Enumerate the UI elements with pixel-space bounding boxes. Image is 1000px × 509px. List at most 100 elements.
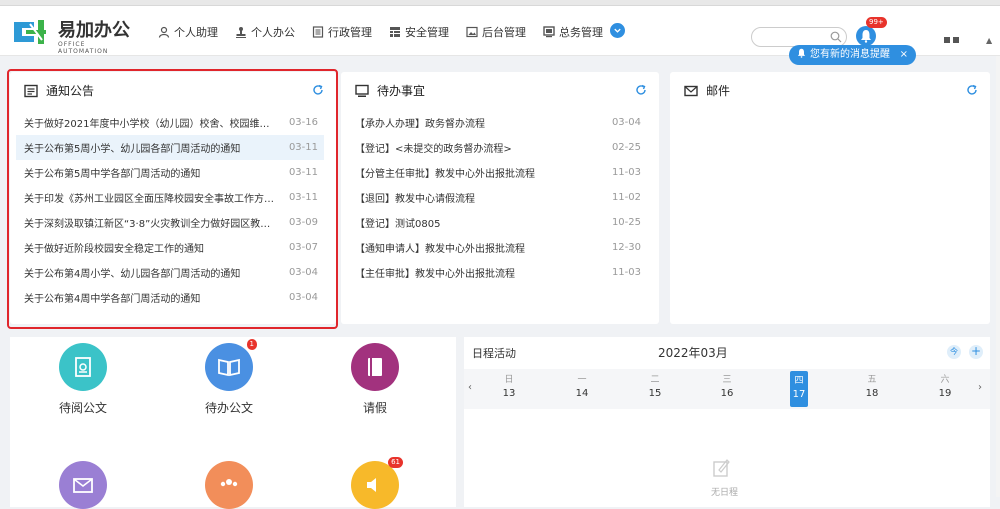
speaker-icon — [367, 478, 376, 492]
chevron-down-icon — [614, 28, 621, 33]
new-message-notice[interactable]: 您有新的消息提醒 × — [789, 45, 916, 65]
list-item[interactable]: 关于公布第4周小学、幼儿园各部门周活动的通知 03-04 — [16, 260, 324, 285]
envelope-icon — [684, 85, 698, 96]
notebook-icon — [368, 358, 382, 376]
close-icon[interactable]: × — [900, 45, 908, 65]
main-nav: 个人助理 个人办公 行政管理 安全管理 后台管理 总务管理 — [158, 23, 625, 40]
scroll-up-arrow[interactable]: ▲ — [986, 36, 992, 45]
week-strip: ‹ 日 13 一 14 二 15 三 16 四 17 五 18 六 19 › — [464, 369, 990, 409]
calendar-day[interactable]: 三 16 — [718, 372, 736, 399]
app-mail[interactable] — [28, 461, 138, 509]
app-icon-circle: 1 — [205, 339, 257, 391]
refresh-icon[interactable] — [312, 84, 324, 96]
list-item[interactable]: 【承办人办理】政务督办流程 03-04 — [347, 110, 647, 135]
document-icon — [75, 357, 91, 377]
image-icon — [466, 26, 478, 38]
schedule-panel: 日程活动 2022年03月 今 + ‹ 日 13 一 14 二 15 三 16 四 17 … — [464, 337, 990, 507]
app-icon-circle — [59, 461, 107, 509]
list-item[interactable]: 【登记】<未提交的政务督办流程> 02-25 — [347, 135, 647, 160]
list-item[interactable]: 关于公布第5周小学、幼儿园各部门周活动的通知 03-11 — [16, 135, 324, 160]
nav-item-backend[interactable]: 后台管理 — [466, 24, 526, 40]
list-item[interactable]: 关于公布第4周中学各部门周活动的通知 03-04 — [16, 285, 324, 310]
nav-label: 个人助理 — [174, 26, 218, 39]
nav-label: 安全管理 — [405, 26, 449, 39]
bell-icon — [861, 30, 871, 43]
app-pending-read-docs[interactable]: 待阅公文 — [28, 343, 138, 416]
list-item[interactable]: 关于做好近阶段校园安全稳定工作的通知 03-07 — [16, 235, 324, 260]
refresh-icon[interactable] — [966, 84, 978, 96]
user-menu[interactable] — [944, 37, 962, 43]
newspaper-icon — [24, 84, 38, 97]
list-item[interactable]: 关于公布第5周中学各部门周活动的通知 03-11 — [16, 160, 324, 185]
app-icon-circle — [205, 461, 253, 509]
app-contacts[interactable] — [174, 461, 284, 509]
nav-item-administration[interactable]: 行政管理 — [312, 24, 372, 40]
app-icon-circle — [351, 343, 399, 391]
calendar-month: 2022年03月 — [658, 346, 728, 360]
announcements-card: 通知公告 关于做好2021年度中小学校（幼儿园）校舍、校园维修... 03-16 … — [10, 72, 336, 324]
stamp-icon — [236, 27, 246, 38]
search-icon[interactable] — [830, 31, 842, 43]
refresh-icon[interactable] — [635, 84, 647, 96]
list-item[interactable]: 【通知申请人】教发中心外出报批流程 12-30 — [347, 235, 647, 260]
nav-label: 个人办公 — [251, 26, 295, 39]
nav-item-security[interactable]: 安全管理 — [389, 24, 449, 40]
todo-card: 待办事宜 【承办人办理】政务督办流程 03-04 【登记】<未提交的政务督办流程>… — [341, 72, 659, 324]
list-item[interactable]: 关于深刻汲取镇江新区“3·8”火灾教训全力做好园区教育系... 03-09 — [16, 210, 324, 235]
list-item[interactable]: 【分管主任审批】教发中心外出报批流程 11-03 — [347, 160, 647, 185]
next-week-arrow[interactable]: › — [978, 382, 982, 393]
app-leave-request[interactable]: 请假 — [320, 343, 430, 416]
todo-title: 待办事宜 — [355, 82, 425, 99]
app-logo[interactable]: 易加办公 OFFICE AUTOMATION — [8, 14, 138, 55]
monitor-icon — [543, 26, 555, 38]
monitor-icon — [355, 84, 369, 97]
list-item[interactable]: 【退回】教发中心请假流程 11-02 — [347, 185, 647, 210]
quick-apps-panel: 待阅公文 1 待办公文 请假 61 — [10, 337, 456, 509]
nav-item-personal-assistant[interactable]: 个人助理 — [158, 24, 218, 40]
nav-label: 行政管理 — [328, 26, 372, 39]
nav-item-general-affairs[interactable]: 总务管理 — [543, 24, 603, 40]
nav-item-personal-office[interactable]: 个人办公 — [235, 24, 295, 40]
calendar-day[interactable]: 一 14 — [573, 372, 591, 399]
search-input[interactable] — [751, 27, 847, 47]
notice-text: 您有新的消息提醒 — [810, 49, 890, 60]
grid-icon — [390, 27, 400, 37]
app-pending-docs[interactable]: 1 待办公文 — [174, 339, 284, 416]
todo-list: 【承办人办理】政务督办流程 03-04 【登记】<未提交的政务督办流程> 02-25… — [347, 110, 647, 285]
app-icon-circle — [59, 343, 107, 391]
calendar-day[interactable]: 五 18 — [863, 372, 881, 399]
envelope-icon — [73, 478, 93, 493]
list-item[interactable]: 关于做好2021年度中小学校（幼儿园）校舍、校园维修... 03-16 — [16, 110, 324, 135]
app-badge: 1 — [246, 339, 257, 350]
nav-label: 总务管理 — [559, 26, 603, 39]
schedule-title: 日程活动 — [472, 347, 516, 360]
vertical-scrollbar[interactable] — [996, 56, 1000, 497]
mail-card: 邮件 — [670, 72, 990, 324]
list-item[interactable]: 【主任审批】教发中心外出报批流程 11-03 — [347, 260, 647, 285]
today-button[interactable]: 今 — [947, 345, 961, 359]
add-schedule-button[interactable]: + — [969, 345, 983, 359]
bell-icon — [797, 48, 806, 58]
list-item[interactable]: 【登记】测试0805 10-25 — [347, 210, 647, 235]
calendar-day[interactable]: 二 15 — [646, 372, 664, 399]
list-item[interactable]: 关于印发《苏州工业园区全面压降校园安全事故工作方案... 03-11 — [16, 185, 324, 210]
document-icon — [312, 26, 324, 38]
calendar-day[interactable]: 六 19 — [936, 372, 954, 399]
nav-more-button[interactable] — [610, 23, 625, 38]
prev-week-arrow[interactable]: ‹ — [468, 382, 472, 393]
notification-badge: 99+ — [866, 17, 887, 28]
app-badge: 61 — [388, 457, 403, 468]
empty-schedule-text: 无日程 — [711, 488, 739, 498]
calendar-day[interactable]: 日 13 — [500, 372, 518, 399]
calendar-day-selected[interactable]: 四 17 — [790, 371, 808, 407]
announcements-list: 关于做好2021年度中小学校（幼儿园）校舍、校园维修... 03-16 关于公布第… — [16, 110, 324, 310]
app-announcement[interactable]: 61 — [320, 457, 430, 509]
app-subtitle: OFFICE AUTOMATION — [58, 41, 109, 55]
nav-label: 后台管理 — [482, 26, 526, 39]
group-icon — [220, 479, 238, 487]
app-icon-circle: 61 — [351, 457, 403, 509]
logo-icon — [14, 20, 46, 44]
empty-schedule-icon — [713, 459, 730, 477]
notification-bell-button[interactable] — [856, 26, 876, 46]
announcements-title: 通知公告 — [24, 82, 94, 99]
